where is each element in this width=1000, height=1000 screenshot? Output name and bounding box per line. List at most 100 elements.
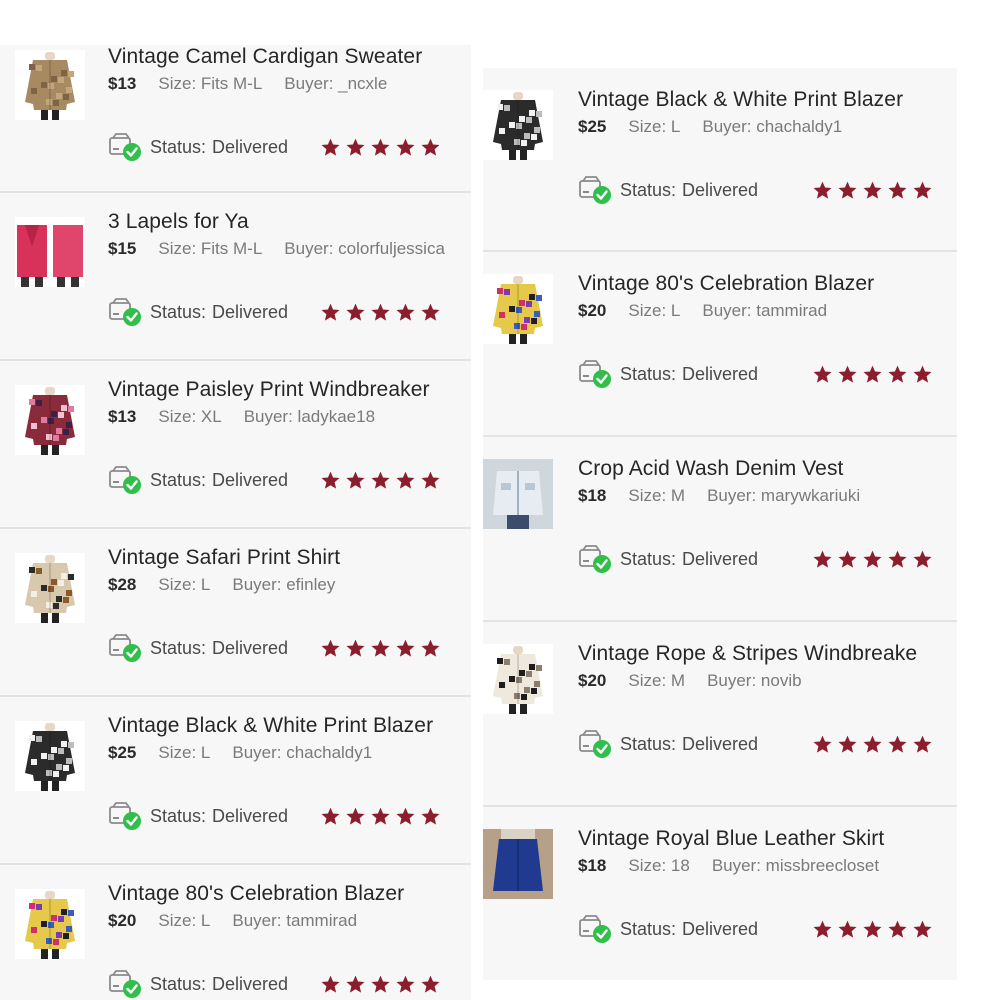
- rating-stars: [320, 302, 441, 328]
- item-meta: $20 Size: L Buyer: tammirad: [578, 301, 827, 321]
- status-line: Status: Delivered: [108, 465, 288, 495]
- item-buyer[interactable]: Buyer: chachaldy1: [702, 117, 842, 136]
- item-thumbnail[interactable]: [15, 385, 85, 455]
- package-delivered-icon: [578, 175, 612, 205]
- item-title[interactable]: Vintage Paisley Print Windbreaker: [108, 378, 430, 402]
- star-icon: [862, 919, 883, 945]
- package-delivered-icon: [108, 297, 142, 327]
- rating-stars: [320, 137, 441, 163]
- status-line: Status: Delivered: [578, 544, 758, 574]
- item-size: Size: L: [628, 301, 681, 320]
- item-buyer[interactable]: Buyer: _ncxle: [284, 74, 387, 93]
- item-thumbnail[interactable]: [15, 889, 85, 959]
- item-buyer[interactable]: Buyer: chachaldy1: [232, 743, 372, 762]
- item-buyer[interactable]: Buyer: missbreecloset: [712, 856, 879, 875]
- status-line: Status: Delivered: [578, 175, 758, 205]
- order-row[interactable]: Vintage Safari Print Shirt $28 Size: L Buye…: [0, 529, 471, 697]
- rating-stars: [320, 638, 441, 664]
- star-icon: [345, 806, 366, 832]
- star-icon: [345, 974, 366, 1000]
- star-icon: [420, 806, 441, 832]
- item-thumbnail[interactable]: [483, 459, 553, 529]
- order-row[interactable]: Vintage Rope & Stripes Windbreake $20 Size…: [483, 622, 957, 807]
- item-title[interactable]: Vintage 80's Celebration Blazer: [108, 882, 404, 906]
- star-icon: [370, 302, 391, 328]
- package-delivered-icon: [108, 633, 142, 663]
- status-value: Delivered: [682, 733, 759, 754]
- item-buyer[interactable]: Buyer: marywkariuki: [707, 486, 860, 505]
- item-title[interactable]: Vintage 80's Celebration Blazer: [578, 272, 874, 296]
- order-row[interactable]: Vintage 80's Celebration Blazer $20 Size: …: [0, 865, 471, 1000]
- status-value: Delivered: [212, 973, 289, 994]
- order-row[interactable]: Vintage Black & White Print Blazer $25 Siz…: [0, 697, 471, 865]
- order-row[interactable]: Crop Acid Wash Denim Vest $18 Size: M Buyer…: [483, 437, 957, 622]
- star-icon: [837, 549, 858, 575]
- item-buyer[interactable]: Buyer: tammirad: [232, 911, 357, 930]
- status-value: Delivered: [212, 469, 289, 490]
- status-label: Status:: [150, 301, 207, 322]
- item-meta: $13 Size: Fits M-L Buyer: _ncxle: [108, 74, 387, 94]
- item-title[interactable]: Vintage Camel Cardigan Sweater: [108, 45, 422, 69]
- item-size: Size: L: [628, 117, 681, 136]
- item-thumbnail[interactable]: [15, 217, 85, 287]
- item-buyer[interactable]: Buyer: efinley: [232, 575, 335, 594]
- package-delivered-icon: [578, 914, 612, 944]
- item-title[interactable]: Vintage Rope & Stripes Windbreake: [578, 642, 917, 666]
- star-icon: [420, 638, 441, 664]
- item-title[interactable]: Vintage Safari Print Shirt: [108, 546, 340, 570]
- status-value: Delivered: [682, 363, 759, 384]
- item-thumbnail[interactable]: [15, 721, 85, 791]
- star-icon: [837, 180, 858, 206]
- rating-stars: [320, 470, 441, 496]
- item-meta: $18 Size: M Buyer: marywkariuki: [578, 486, 860, 506]
- star-icon: [345, 137, 366, 163]
- status-value: Delivered: [682, 179, 759, 200]
- item-size: Size: M: [628, 486, 686, 505]
- order-row[interactable]: Vintage Camel Cardigan Sweater $13 Size: F…: [0, 45, 471, 193]
- status-value: Delivered: [682, 918, 759, 939]
- status-value: Delivered: [212, 805, 289, 826]
- item-thumbnail[interactable]: [483, 90, 553, 160]
- status-label: Status:: [150, 805, 207, 826]
- item-meta: $18 Size: 18 Buyer: missbreecloset: [578, 856, 879, 876]
- item-buyer[interactable]: Buyer: tammirad: [702, 301, 827, 320]
- item-thumbnail[interactable]: [483, 829, 553, 899]
- star-icon: [837, 734, 858, 760]
- item-price: $20: [578, 671, 607, 690]
- item-title[interactable]: Vintage Black & White Print Blazer: [578, 88, 903, 112]
- item-title[interactable]: 3 Lapels for Ya: [108, 210, 249, 234]
- item-thumbnail[interactable]: [15, 50, 85, 120]
- item-price: $15: [108, 239, 137, 258]
- item-price: $25: [108, 743, 137, 762]
- star-icon: [420, 137, 441, 163]
- star-icon: [345, 302, 366, 328]
- item-thumbnail[interactable]: [483, 274, 553, 344]
- star-icon: [420, 974, 441, 1000]
- star-icon: [320, 806, 341, 832]
- star-icon: [812, 734, 833, 760]
- status-line: Status: Delivered: [108, 297, 288, 327]
- star-icon: [812, 919, 833, 945]
- item-thumbnail[interactable]: [483, 644, 553, 714]
- package-delivered-icon: [108, 801, 142, 831]
- item-buyer[interactable]: Buyer: colorfuljessica: [284, 239, 445, 258]
- order-row[interactable]: Vintage Black & White Print Blazer $25 Siz…: [483, 68, 957, 252]
- item-title[interactable]: Vintage Black & White Print Blazer: [108, 714, 433, 738]
- item-buyer[interactable]: Buyer: novib: [707, 671, 802, 690]
- status-line: Status: Delivered: [108, 801, 288, 831]
- order-row[interactable]: Vintage Royal Blue Leather Skirt $18 Size:…: [483, 807, 957, 980]
- order-row[interactable]: 3 Lapels for Ya $15 Size: Fits M-L Buyer: c…: [0, 193, 471, 361]
- order-row[interactable]: Vintage 80's Celebration Blazer $20 Size: …: [483, 252, 957, 437]
- star-icon: [370, 638, 391, 664]
- item-title[interactable]: Vintage Royal Blue Leather Skirt: [578, 827, 884, 851]
- item-size: Size: L: [158, 911, 211, 930]
- item-price: $25: [578, 117, 607, 136]
- item-buyer[interactable]: Buyer: ladykae18: [244, 407, 375, 426]
- star-icon: [420, 470, 441, 496]
- order-row[interactable]: Vintage Paisley Print Windbreaker $13 Size…: [0, 361, 471, 529]
- star-icon: [395, 137, 416, 163]
- star-icon: [395, 974, 416, 1000]
- status-label: Status:: [620, 918, 677, 939]
- item-thumbnail[interactable]: [15, 553, 85, 623]
- item-title[interactable]: Crop Acid Wash Denim Vest: [578, 457, 844, 481]
